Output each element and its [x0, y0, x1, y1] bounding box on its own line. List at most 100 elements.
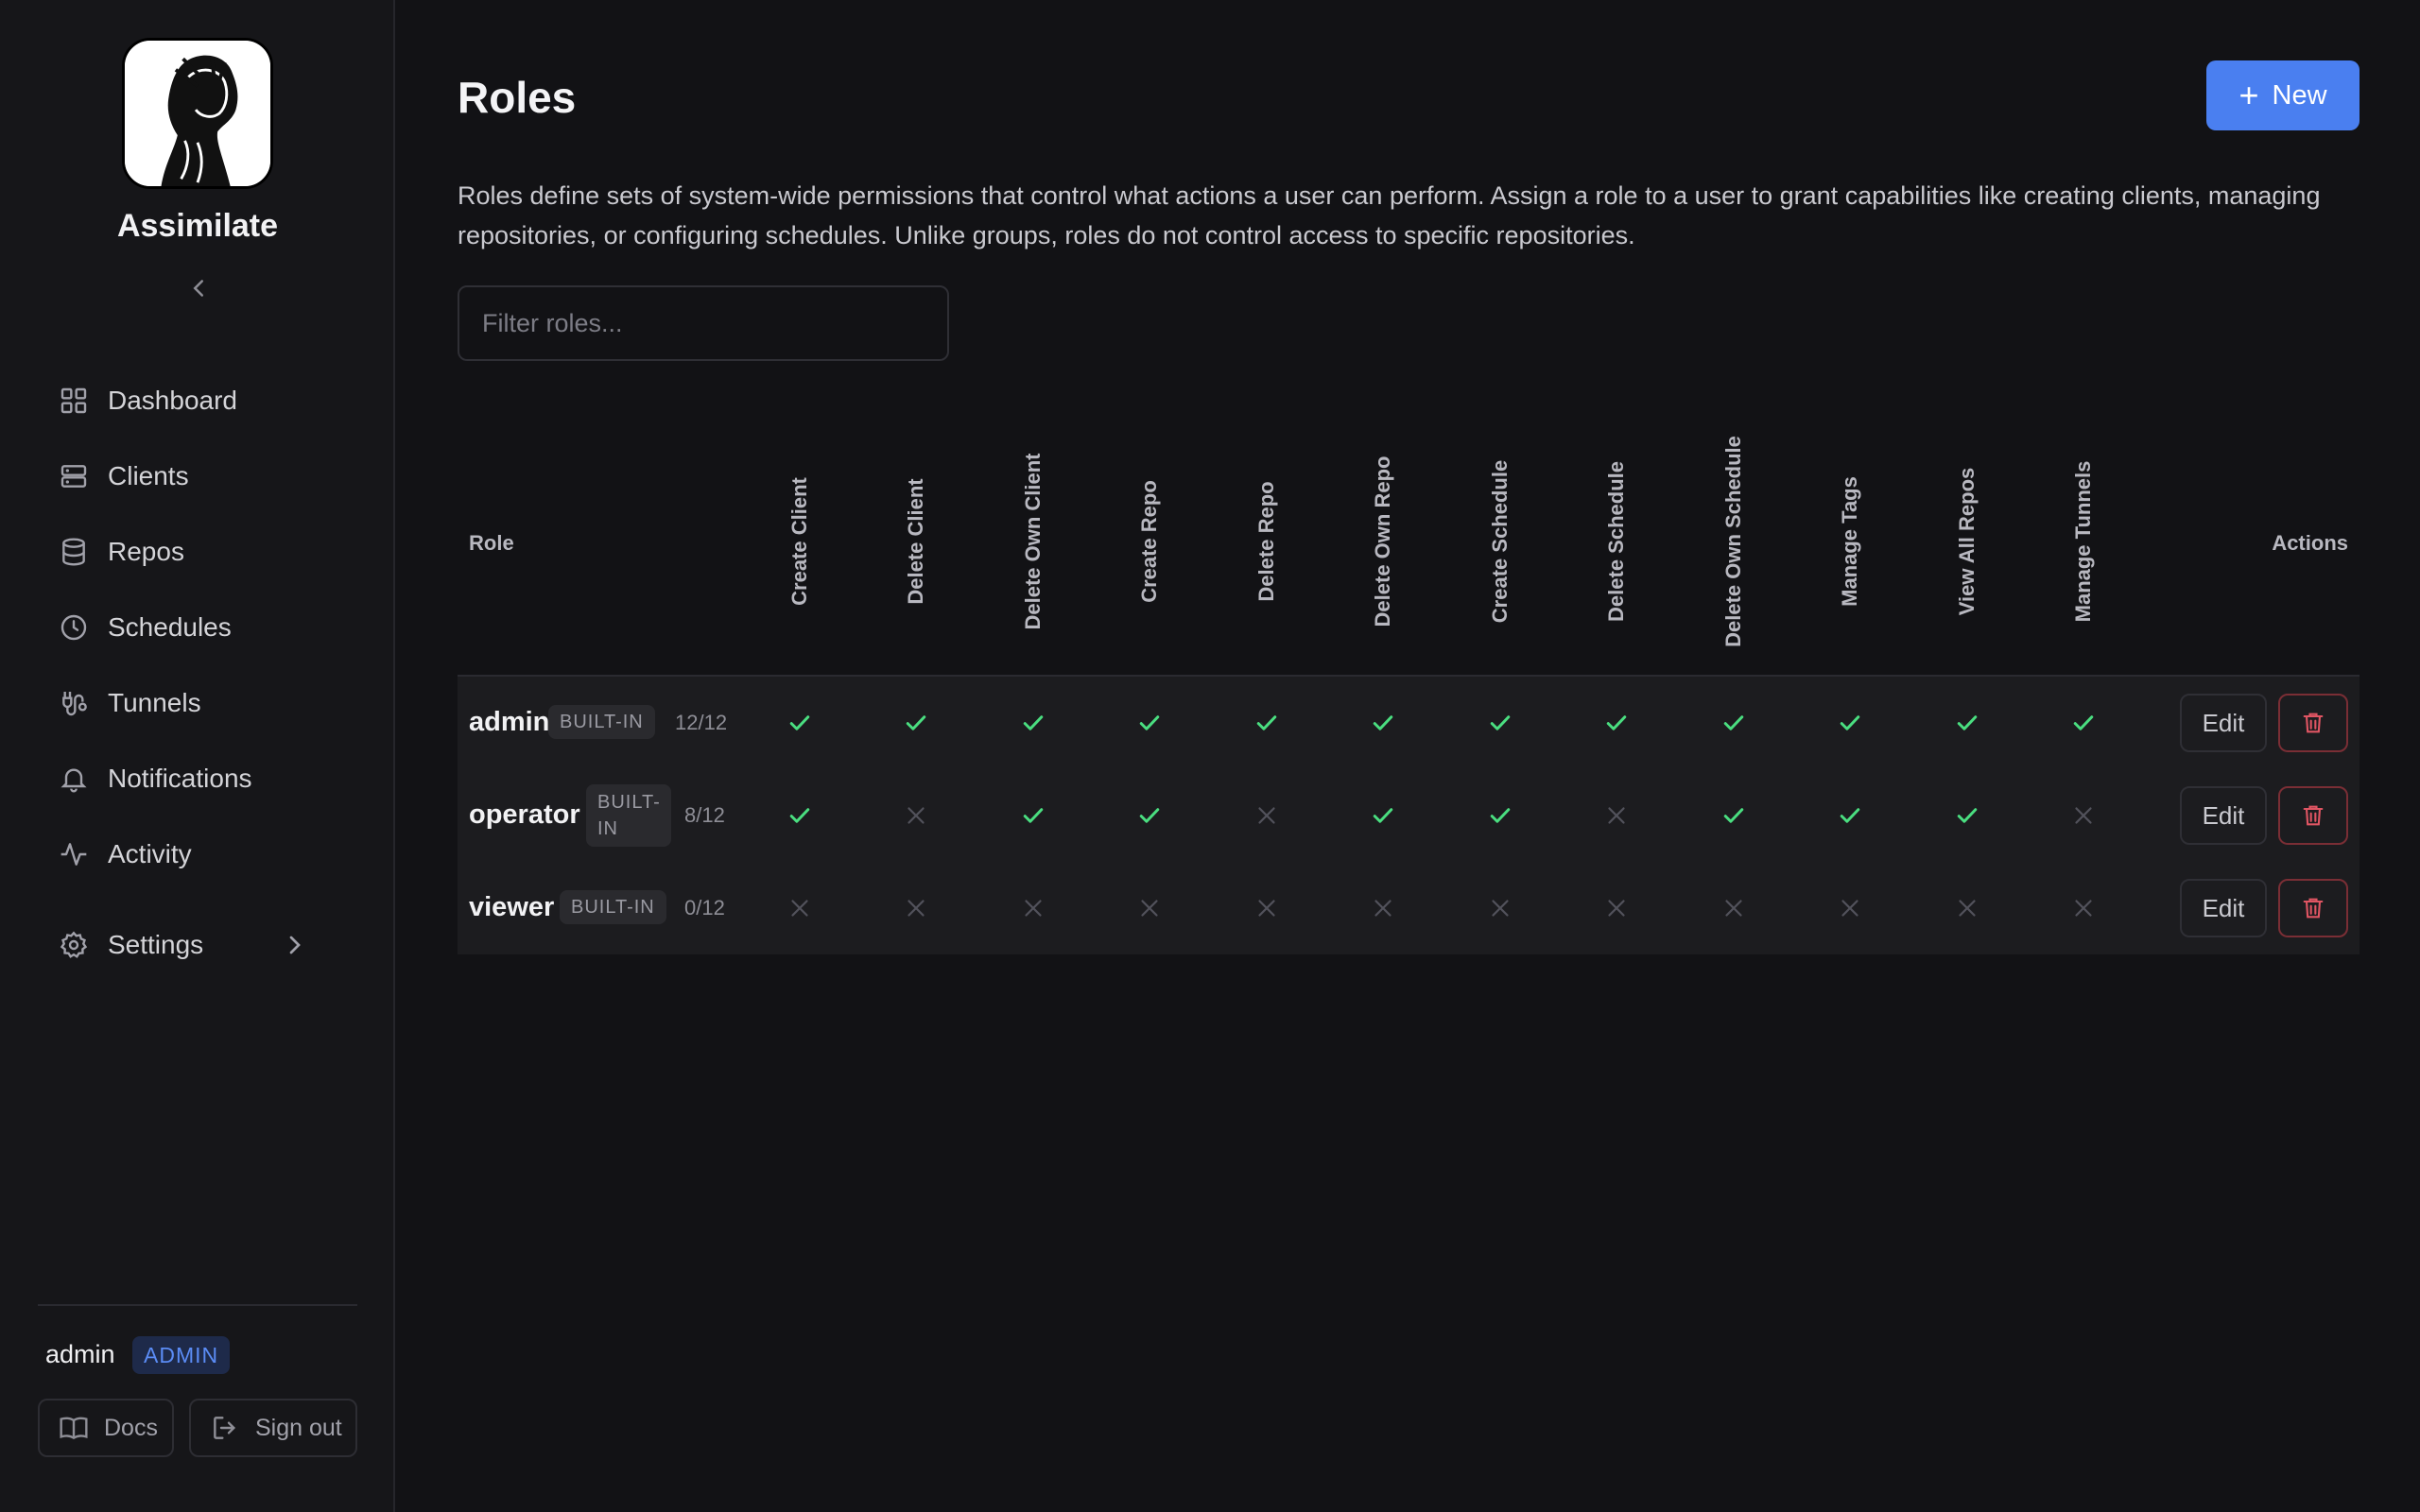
- nav-item-tunnels[interactable]: Tunnels: [38, 673, 350, 733]
- check-icon: [1023, 808, 1043, 823]
- permission-cell: [1675, 889, 1791, 927]
- trash-icon: [2303, 713, 2324, 733]
- built-in-badge: BUILT-IN: [586, 784, 671, 847]
- nav-item-repos[interactable]: Repos: [38, 522, 350, 582]
- role-name: operator: [469, 799, 580, 830]
- permission-cell: [1208, 704, 1324, 742]
- delete-role-button[interactable]: [2278, 694, 2348, 752]
- role-name: admin: [469, 707, 550, 737]
- user-role-badge: ADMIN: [132, 1336, 231, 1374]
- new-role-button[interactable]: + New: [2206, 60, 2360, 130]
- docs-label: Docs: [104, 1414, 158, 1441]
- permission-column-header: Create Client: [741, 406, 857, 677]
- cross-icon: [1608, 900, 1625, 917]
- chevron-right-icon: [289, 936, 301, 954]
- main-content: Roles + New Roles define sets of system-…: [395, 0, 2420, 1512]
- plus-icon: +: [2238, 76, 2259, 114]
- database-icon: [62, 538, 85, 566]
- permission-header-label: Manage Tags: [1838, 476, 1861, 607]
- permission-header-label: Delete Schedule: [1604, 461, 1628, 622]
- cross-icon: [1724, 900, 1742, 917]
- sign-out-label: Sign out: [255, 1414, 342, 1441]
- permission-header-label: Delete Repo: [1253, 481, 1278, 602]
- docs-button[interactable]: Docs: [38, 1399, 174, 1457]
- check-icon: [1723, 808, 1743, 823]
- nav-item-schedules[interactable]: Schedules: [38, 597, 350, 658]
- check-icon: [1490, 715, 1510, 730]
- table-row: viewer BUILT-IN 0/12 Edit: [458, 862, 2360, 954]
- cross-icon: [1141, 900, 1158, 917]
- collapse-sidebar-button[interactable]: [184, 274, 213, 302]
- role-name: viewer: [469, 892, 555, 922]
- permission-column-header: Create Repo: [1092, 406, 1208, 677]
- trash-icon: [2303, 898, 2324, 919]
- cross-icon: [2075, 807, 2092, 824]
- permission-cell: [1675, 797, 1791, 834]
- edit-role-button[interactable]: Edit: [2180, 879, 2267, 937]
- check-icon: [1373, 808, 1393, 823]
- cross-icon: [908, 900, 925, 917]
- sidebar-divider: [38, 1304, 357, 1306]
- tunnel-icon: [62, 692, 87, 716]
- nav-item-clients[interactable]: Clients: [38, 446, 350, 507]
- permission-cell: [1092, 797, 1208, 834]
- permission-cell: [1559, 797, 1675, 834]
- check-icon: [1373, 715, 1393, 730]
- nav-item-activity[interactable]: Activity: [38, 824, 350, 885]
- cross-icon: [1374, 900, 1392, 917]
- permission-column-header: Delete Schedule: [1559, 406, 1675, 677]
- permission-cell: [1792, 704, 1909, 742]
- permission-cell: [1909, 797, 2025, 834]
- table-body: admin BUILT-IN 12/12 Edit operator BUILT-IN 8/…: [458, 677, 2360, 954]
- permission-cell: [858, 797, 975, 834]
- delete-role-button[interactable]: [2278, 879, 2348, 937]
- sign-out-button[interactable]: Sign out: [189, 1399, 357, 1457]
- edit-role-button[interactable]: Edit: [2180, 694, 2267, 752]
- dashboard-icon: [60, 387, 87, 414]
- cross-icon: [2075, 900, 2092, 917]
- check-icon: [1139, 715, 1160, 730]
- roles-table: Role Actions Create Client Delete Client D…: [458, 406, 2360, 954]
- permission-header-label: View All Repos: [1954, 467, 1979, 616]
- check-icon: [2073, 715, 2094, 730]
- check-icon: [1606, 715, 1627, 730]
- cross-icon: [790, 900, 808, 917]
- table-row: operator BUILT-IN 8/12 Edit: [458, 769, 2360, 862]
- permission-header-label: Delete Own Repo: [1371, 455, 1394, 627]
- logo-icon: [125, 41, 270, 186]
- permission-cell: [1559, 889, 1675, 927]
- permission-header-label: Manage Tunnels: [2071, 460, 2095, 623]
- permission-cell: [1675, 704, 1791, 742]
- sidebar: Assimilate Dashboard Clients Repos Sched…: [0, 0, 395, 1512]
- book-icon: [60, 1417, 88, 1440]
- check-icon: [1023, 715, 1043, 730]
- permission-header-label: Delete Own Client: [1020, 453, 1045, 630]
- nav-label: Notifications: [108, 764, 252, 793]
- permission-cell: [1092, 889, 1208, 927]
- cross-icon: [1958, 900, 1976, 917]
- permission-cell: [975, 704, 1091, 742]
- permission-cell: [858, 889, 975, 927]
- permission-cell: [2026, 704, 2142, 742]
- nav-item-settings[interactable]: Settings: [38, 915, 350, 975]
- delete-role-button[interactable]: [2278, 786, 2348, 845]
- permission-cell: [1325, 797, 1442, 834]
- permission-count: 0/12: [684, 896, 725, 919]
- filter-roles-input[interactable]: [458, 285, 949, 361]
- permission-column-header: View All Repos: [1909, 406, 2025, 677]
- table-header: Role Actions Create Client Delete Client D…: [458, 406, 2360, 677]
- edit-role-button[interactable]: Edit: [2180, 786, 2267, 845]
- check-icon: [1840, 808, 1860, 823]
- nav-item-dashboard[interactable]: Dashboard: [38, 370, 350, 431]
- permission-column-header: Delete Own Repo: [1325, 406, 1442, 677]
- check-icon: [1840, 715, 1860, 730]
- gear-icon: [60, 931, 88, 958]
- check-icon: [1139, 808, 1160, 823]
- nav-item-notifications[interactable]: Notifications: [38, 748, 350, 809]
- chevron-left-icon: [193, 280, 203, 297]
- current-user-name: admin: [45, 1340, 115, 1368]
- permission-cell: [1442, 704, 1558, 742]
- nav-label: Clients: [108, 461, 189, 490]
- permission-header-label: Create Client: [786, 477, 811, 606]
- brand-name: Assimilate: [116, 208, 279, 244]
